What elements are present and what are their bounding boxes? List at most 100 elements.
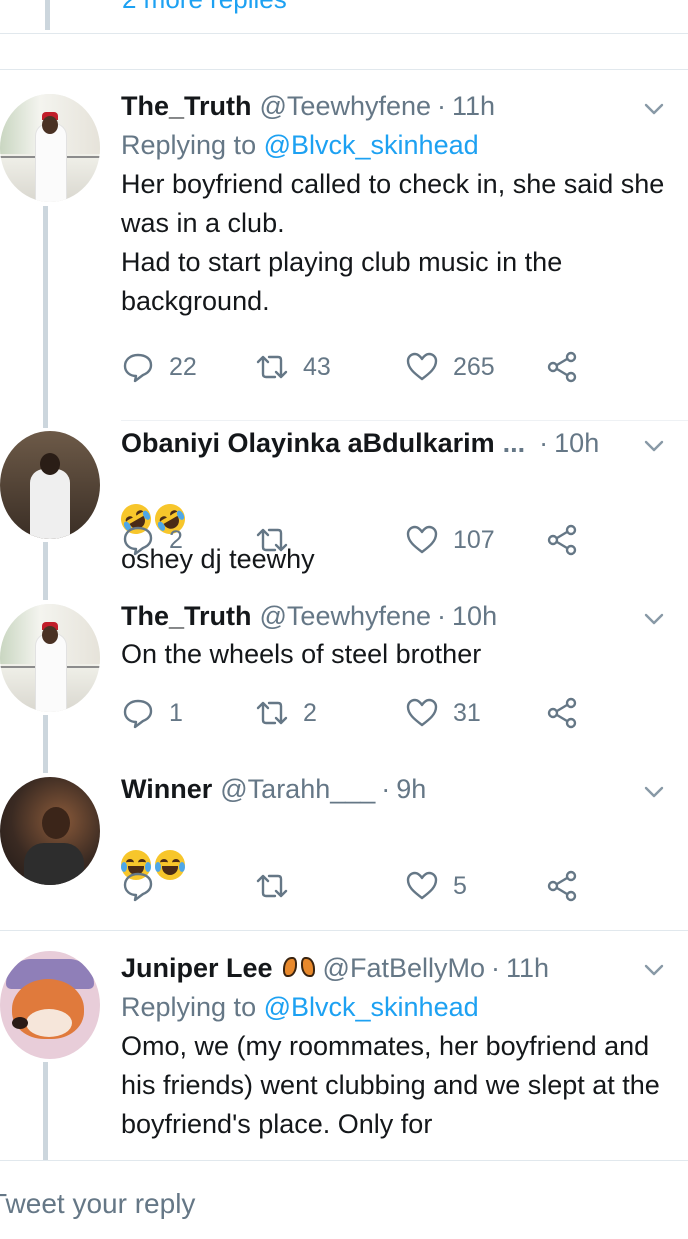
user-handle[interactable]: @Tarahh___	[220, 772, 375, 806]
share-icon	[547, 697, 577, 729]
tweet-actions: 2 107	[121, 523, 591, 559]
reply-compose-bar	[0, 1160, 688, 1239]
avatar[interactable]	[0, 431, 100, 539]
retweet-button[interactable]: 43	[255, 350, 331, 384]
like-count: 107	[453, 525, 495, 554]
mention-link[interactable]: @Blvck_skinhead	[264, 130, 479, 160]
reply-count: 2	[169, 525, 183, 554]
tweet-text: Omo, we (my roommates, her boyfriend and…	[121, 1031, 660, 1139]
avatar[interactable]	[0, 951, 100, 1059]
reply-button[interactable]: 2	[121, 523, 183, 557]
like-button[interactable]: 31	[405, 696, 481, 730]
tweet: The_Truth @Teewhyfene · 11h Replying to …	[121, 89, 681, 321]
divider	[0, 33, 688, 34]
retweet-icon	[256, 701, 288, 725]
retweet-count: 2	[303, 698, 317, 727]
user-handle[interactable]: @Teewhyfene	[260, 599, 432, 633]
tweet-actions: 1 2 31	[121, 696, 591, 732]
heart-icon	[406, 698, 438, 727]
heart-icon	[406, 352, 438, 381]
thread-line-stub	[45, 0, 50, 30]
retweet-icon	[256, 355, 288, 379]
share-icon	[547, 870, 577, 902]
tweet-text-line	[121, 808, 681, 925]
mention-link[interactable]: @Blvck_skinhead	[264, 992, 479, 1022]
tweet-text: On the wheels of steel brother	[121, 639, 482, 669]
chevron-down-icon[interactable]	[642, 97, 666, 121]
avatar[interactable]	[0, 777, 100, 885]
display-name[interactable]: Obaniyi Olayinka aBdulkarim	[121, 426, 495, 460]
thread-line	[43, 542, 48, 600]
retweet-button[interactable]	[255, 869, 303, 903]
retweet-count: 43	[303, 352, 331, 381]
display-name[interactable]: Juniper Lee	[121, 951, 273, 985]
more-replies-sliver: 2 more replies	[0, 0, 688, 36]
tweet: The_Truth @Teewhyfene · 10h On the wheel…	[121, 599, 681, 674]
replying-prefix: Replying to	[121, 992, 257, 1022]
reply-button[interactable]	[121, 869, 169, 903]
chevron-down-icon[interactable]	[642, 434, 666, 458]
avatar[interactable]	[0, 604, 100, 712]
divider	[121, 420, 688, 421]
divider	[0, 930, 688, 931]
like-button[interactable]: 265	[405, 350, 495, 384]
reply-icon	[123, 353, 153, 383]
user-handle[interactable]: @FatBellyMo	[323, 951, 485, 985]
thread-line	[43, 1062, 48, 1160]
heart-icon	[406, 525, 438, 554]
share-button[interactable]	[545, 350, 579, 384]
time-separator: ·	[381, 774, 391, 804]
timestamp[interactable]: 10h	[554, 426, 599, 460]
avatar[interactable]	[0, 94, 100, 202]
chevron-down-icon[interactable]	[642, 780, 666, 804]
reply-button[interactable]: 22	[121, 350, 197, 384]
timestamp[interactable]: 11h	[452, 89, 495, 123]
time-separator: ·	[437, 601, 447, 631]
share-button[interactable]	[545, 696, 579, 730]
chevron-down-icon[interactable]	[642, 958, 666, 982]
name-truncation: ...	[502, 428, 526, 458]
user-handle[interactable]: @Teewhyfene	[260, 89, 432, 123]
replying-to: Replying to @Blvck_skinhead	[121, 989, 681, 1025]
share-icon	[547, 351, 577, 383]
share-icon	[547, 524, 577, 556]
retweet-button[interactable]: 2	[255, 696, 317, 730]
tweet-actions: 5	[121, 869, 591, 905]
display-name[interactable]: The_Truth	[121, 599, 252, 633]
retweet-button[interactable]	[255, 523, 303, 557]
timestamp[interactable]: 9h	[396, 772, 426, 806]
chevron-down-icon[interactable]	[642, 607, 666, 631]
time-separator: ·	[539, 428, 549, 458]
tweet: Juniper Lee @FatBellyMo · 11h Replying t…	[121, 951, 681, 1144]
retweet-icon	[256, 874, 288, 898]
share-button[interactable]	[545, 869, 579, 903]
like-button[interactable]: 5	[405, 869, 467, 903]
butterfly-icon	[282, 955, 315, 981]
heart-icon	[406, 871, 438, 900]
more-replies-link[interactable]: 2 more replies	[122, 0, 287, 15]
reply-button[interactable]: 1	[121, 696, 183, 730]
timestamp[interactable]: 11h	[506, 951, 549, 985]
display-name[interactable]: Winner	[121, 772, 212, 806]
like-count: 5	[453, 871, 467, 900]
like-button[interactable]: 107	[405, 523, 495, 557]
reply-input[interactable]	[0, 1188, 650, 1220]
tweet-text: Her boyfriend called to check in, she sa…	[121, 169, 665, 316]
thread-line	[43, 715, 48, 773]
reply-icon	[123, 872, 153, 902]
like-count: 265	[453, 352, 495, 381]
thread-line	[43, 206, 48, 428]
tweet-text-line: oshey dj teewhy	[115, 462, 681, 579]
tweet-header: The_Truth @Teewhyfene · 10h	[121, 599, 681, 633]
like-count: 31	[453, 698, 481, 727]
timestamp[interactable]: 10h	[452, 599, 497, 633]
replying-prefix: Replying to	[121, 130, 257, 160]
share-button[interactable]	[545, 523, 579, 557]
tweet-header: The_Truth @Teewhyfene · 11h	[121, 89, 681, 123]
tweet-header: Winner @Tarahh___ · 9h	[121, 772, 681, 806]
retweet-icon	[256, 528, 288, 552]
replying-to: Replying to @Blvck_skinhead	[121, 127, 681, 163]
display-name[interactable]: The_Truth	[121, 89, 252, 123]
tweet-header: Obaniyi Olayinka aBdulkarim ... · 10h	[121, 426, 681, 460]
reply-count: 22	[169, 352, 197, 381]
